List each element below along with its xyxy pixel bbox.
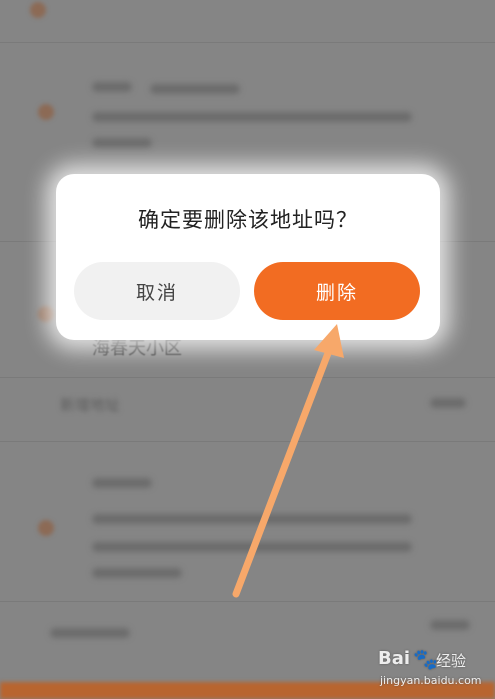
baidu-jingyan-watermark: Bai 🐾 经验 jingyan.baidu.com — [378, 647, 490, 694]
bg-location-icon-3 — [38, 306, 54, 322]
bg-divider-2 — [0, 376, 495, 378]
dialog-title: 确定要删除该地址吗？ — [138, 208, 358, 232]
bg-address-line-5 — [92, 568, 182, 578]
background-page: 新增地址 — [0, 0, 495, 699]
bg-address-line-3 — [92, 514, 412, 524]
cancel-button[interactable]: 取消 — [74, 262, 240, 320]
bg-name-line — [92, 82, 132, 92]
bg-footer-line-2 — [430, 620, 470, 630]
delete-address-dialog: 确定要删除该地址吗？ 取消 删除 — [56, 174, 440, 340]
bg-location-icon-4 — [38, 520, 54, 536]
bg-footer-line — [50, 628, 130, 638]
bg-location-icon-2 — [38, 104, 54, 120]
bg-address-line-2 — [92, 138, 152, 148]
bg-divider-4 — [0, 600, 495, 602]
bg-divider-3 — [0, 440, 495, 442]
bg-edit-line — [430, 398, 466, 408]
bg-address-line-4 — [92, 542, 412, 552]
paw-icon: 🐾 — [413, 647, 438, 671]
bg-address-line-1 — [92, 112, 412, 122]
delete-button[interactable]: 删除 — [254, 262, 420, 320]
watermark-brand: Bai — [378, 648, 411, 669]
bg-phone-line — [150, 84, 240, 94]
watermark-url: jingyan.baidu.com — [380, 674, 482, 687]
bg-location-icon — [30, 2, 46, 18]
watermark-name: 经验 — [436, 652, 467, 670]
bg-name-line-2 — [92, 478, 152, 488]
bg-set-address-label: 新增地址 — [60, 396, 121, 414]
bg-row-top — [0, 0, 495, 43]
